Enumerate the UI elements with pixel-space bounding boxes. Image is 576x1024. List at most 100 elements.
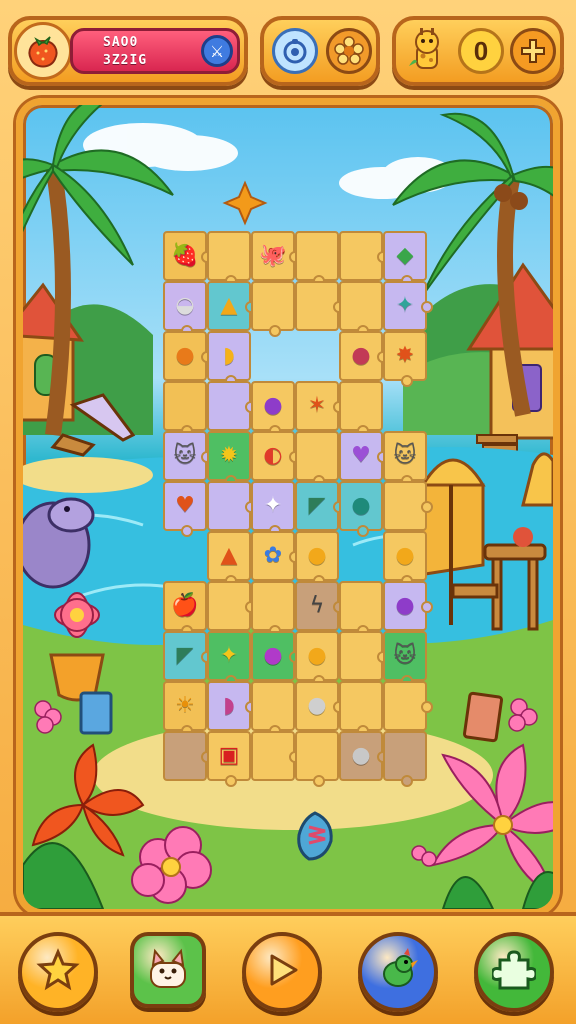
puzzle-tile[interactable]: 🍓 (163, 231, 213, 281)
tile-symbol: ● (395, 543, 415, 568)
plus-icon[interactable] (510, 28, 556, 74)
tile-symbol: 🐱 (173, 443, 197, 468)
swords-icon[interactable]: ⚔ (201, 35, 233, 67)
puzzle-tile[interactable]: ● (339, 731, 389, 781)
puzzle-tile[interactable] (207, 381, 257, 431)
puzzle-tile[interactable] (383, 731, 427, 787)
puzzle-knob (421, 301, 433, 313)
puzzle-knob (181, 525, 193, 537)
puzzle-tile[interactable]: ♥ (339, 431, 389, 481)
puzzle-tile[interactable]: 🐙 (251, 231, 301, 281)
bottom-toolbar (0, 912, 576, 1024)
puzzle-tile[interactable]: 🍎 (163, 581, 207, 637)
puzzle-tile[interactable]: ● (383, 531, 427, 587)
puzzle-tile[interactable] (163, 731, 213, 781)
puzzle-tile[interactable]: ◗ (207, 331, 251, 387)
puzzle-tile[interactable] (339, 281, 383, 337)
tile-symbol: ● (395, 593, 415, 618)
top-hud: SAO0 3Z2IG ⚔ 0 (0, 0, 576, 98)
puzzle-button[interactable] (474, 932, 554, 1012)
puzzle-tile[interactable]: ✦ (207, 631, 251, 687)
tile-symbol: ● (263, 393, 283, 418)
puzzle-tile[interactable] (295, 231, 339, 287)
puzzle-tile[interactable] (339, 631, 389, 681)
puzzle-tile[interactable] (295, 731, 339, 787)
tile-symbol: ✦ (395, 293, 415, 318)
puzzle-tile[interactable] (339, 381, 383, 437)
puzzle-tile[interactable] (207, 231, 251, 287)
puzzle-tile[interactable] (383, 481, 433, 531)
puzzle-tile[interactable] (251, 281, 295, 337)
bubble-icon[interactable] (272, 28, 318, 74)
hint-button[interactable] (358, 932, 438, 1012)
puzzle-tile[interactable]: ✿ (251, 531, 301, 581)
puzzle-tile[interactable]: ◗ (207, 681, 257, 731)
cat-icon (143, 943, 193, 997)
puzzle-tile[interactable]: ● (295, 681, 345, 731)
puzzle-tile[interactable]: ● (251, 631, 301, 681)
puzzle-tile[interactable] (251, 731, 301, 781)
puzzle-tile[interactable] (295, 431, 339, 487)
puzzle-tile[interactable]: ◤ (163, 631, 213, 681)
puzzle-tile[interactable] (207, 581, 257, 631)
puzzle-tile[interactable] (251, 681, 295, 737)
tile-symbol: 🍎 (171, 593, 199, 618)
tile-symbol: ✶ (307, 393, 327, 418)
puzzle-tile[interactable]: ◆ (383, 231, 427, 287)
tile-symbol: ◐ (263, 443, 283, 468)
puzzle-tile[interactable]: ◒ (163, 281, 207, 337)
puzzle-tile[interactable]: ● (339, 331, 389, 381)
puzzle-board: 🍓 🐙 ◆ ◒ ▲ ✦ ● ◗ ● ✸ ● ✶ 🐱 ✹ ◐ ♥ 🐱 ♥ ✦ ◤ ● ▲ ✿ ● ● 🍎 ϟ ● ◤ ✦ ● ● 🐱 ☀ ◗ ● ▣ ● (163, 231, 433, 805)
puzzle-tile[interactable] (383, 681, 433, 731)
puzzle-tile[interactable]: ▣ (207, 731, 251, 787)
tile-symbol: 🐙 (259, 243, 287, 268)
puzzle-tile[interactable]: 🐱 (383, 431, 427, 487)
puzzle-tile[interactable] (295, 281, 345, 331)
puzzle-knob (269, 325, 281, 337)
puzzle-tile[interactable]: ✸ (383, 331, 427, 387)
puzzle-tile[interactable]: ● (251, 381, 295, 437)
puzzle-tile[interactable]: ☀ (163, 681, 207, 737)
puzzle-tile[interactable]: ϟ (295, 581, 345, 631)
gear-flower-icon[interactable] (326, 28, 372, 74)
tile-symbol: ● (307, 543, 327, 568)
puzzle-tile[interactable] (251, 581, 295, 637)
puzzle-tile[interactable] (207, 481, 257, 531)
puzzle-tile[interactable]: ● (295, 531, 339, 587)
tile-symbol: ☀ (175, 693, 195, 718)
star-button[interactable] (18, 932, 98, 1012)
puzzle-tile[interactable]: ✦ (251, 481, 295, 537)
puzzle-tile[interactable]: ◐ (251, 431, 301, 481)
puzzle-tile[interactable]: ● (383, 581, 433, 631)
puzzle-tile[interactable] (339, 681, 383, 737)
puzzle-tile[interactable]: ▲ (207, 281, 257, 331)
game-scene-frame: 🍓 🐙 ◆ ◒ ▲ ✦ ● ◗ ● ✸ ● ✶ 🐱 ✹ ◐ ♥ 🐱 ♥ ✦ ◤ ● ▲ ✿ ● ● 🍎 ϟ ● ◤ ✦ ● ● 🐱 ☀ ◗ ● ▣ ● (16, 98, 560, 916)
puzzle-tile[interactable] (339, 581, 383, 637)
tile-symbol: 🐱 (393, 643, 417, 668)
game-screen: SAO0 3Z2IG ⚔ 0 🍓 🐙 ◆ ◒ ▲ ✦ ● ◗ ● ✸ ● ✶ 🐱… (0, 0, 576, 1024)
puzzle-tile[interactable]: ✦ (383, 281, 433, 331)
puzzle-tile[interactable]: ✶ (295, 381, 345, 431)
fish-piece-icon[interactable] (295, 811, 335, 863)
puzzle-tile[interactable]: ◤ (295, 481, 345, 531)
puzzle-tile[interactable] (339, 231, 389, 281)
tile-symbol: ◤ (308, 493, 326, 518)
puzzle-piece-icon (490, 948, 538, 996)
pet-button[interactable] (130, 932, 206, 1008)
tile-symbol: ◗ (223, 693, 235, 718)
puzzle-knob (421, 501, 433, 513)
puzzle-tile[interactable]: 🐱 (163, 431, 213, 481)
puzzle-tile[interactable]: ● (163, 331, 213, 381)
puzzle-tile[interactable]: ▲ (207, 531, 251, 587)
play-button[interactable] (242, 932, 322, 1012)
tile-symbol: ● (307, 693, 327, 718)
tile-symbol: ♥ (351, 443, 371, 468)
puzzle-tile[interactable]: ● (295, 631, 339, 687)
puzzle-knob (225, 775, 237, 787)
puzzle-tile[interactable]: ♥ (163, 481, 207, 537)
puzzle-tile[interactable]: ● (339, 481, 383, 537)
tile-symbol: 🍓 (171, 243, 199, 268)
puzzle-tile[interactable]: ✹ (207, 431, 251, 487)
puzzle-tile[interactable]: 🐱 (383, 631, 427, 687)
puzzle-tile[interactable] (163, 381, 207, 437)
